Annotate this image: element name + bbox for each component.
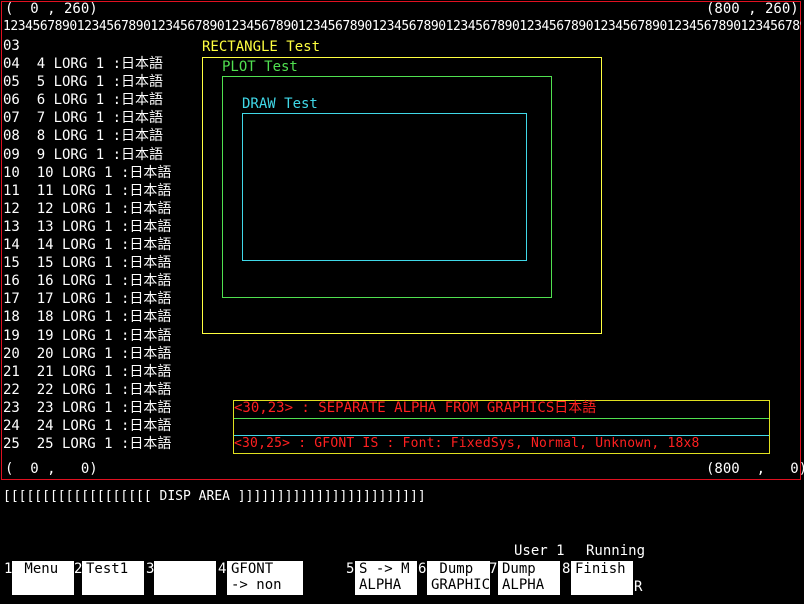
softkey-4-button[interactable]: GFONT -> non (227, 561, 303, 595)
column-ruler: 1234567890123456789012345678901234567890… (3, 19, 801, 34)
softkey-label-line1: GFONT (231, 561, 274, 577)
softkey-number: 6 (418, 561, 427, 577)
lorg-row: 14 14 LORG 1 :日本語 (3, 237, 172, 253)
softkey-number: 7 (489, 561, 498, 577)
lorg-row: 18 18 LORG 1 :日本語 (3, 309, 172, 326)
softkey-label-line1: Test1 (86, 561, 129, 577)
plot-test-label: PLOT Test (222, 59, 298, 75)
lorg-row: 12 12 LORG 1 :日本語 (3, 200, 172, 217)
softkey-8-button[interactable]: Finish (571, 561, 633, 595)
disp-area: [[[[[[[[[[[[[[[[[[[ DISP AREA ]]]]]]]]]]… (3, 489, 426, 504)
draw-test-box (242, 113, 527, 261)
status-flag: R (634, 579, 643, 595)
softkey-label-line1: Finish (575, 561, 626, 577)
lorg-row: 17 17 LORG 1 :日本語 (3, 291, 172, 308)
user-status: User 1 (514, 543, 565, 559)
alpha-divider-green (234, 418, 769, 419)
coord-bottom-left: ( 0 , 0) (5, 461, 98, 477)
softkey-label-line1: Menu (16, 561, 59, 577)
softkey-label-line1: Dump (502, 561, 536, 577)
lorg-row: 11 11 LORG 1 :日本語 (3, 182, 172, 199)
alpha-line-1: <30,23> : SEPARATE ALPHA FROM GRAPHICS日本… (234, 400, 597, 416)
softkey-number: 4 (218, 561, 227, 577)
lorg-row: 23 23 LORG 1 :日本語 (3, 399, 172, 416)
draw-test-label: DRAW Test (242, 96, 318, 112)
lorg-row: 08 8 LORG 1 :日本語 (3, 128, 164, 145)
rectangle-test-label: RECTANGLE Test (202, 39, 321, 55)
softkey-1-button[interactable]: Menu (12, 561, 74, 595)
lorg-row: 20 20 LORG 1 :日本語 (3, 345, 172, 362)
softkey-label-line1: S -> M (359, 561, 410, 577)
softkey-label-line2: ALPHA (502, 577, 545, 593)
softkey-label-line2: ALPHA (359, 577, 402, 593)
lorg-row: 13 13 LORG 1 :日本語 (3, 218, 172, 235)
softkey-number: 8 (562, 561, 571, 577)
softkey-6-button[interactable]: Dump GRAPHICS (427, 561, 499, 595)
lorg-row: 15 15 LORG 1 :日本語 (3, 255, 172, 272)
lorg-row: 16 16 LORG 1 :日本語 (3, 273, 172, 290)
softkey-7-button[interactable]: Dump ALPHA (498, 561, 560, 595)
lorg-row: 19 19 LORG 1 :日本語 (3, 327, 172, 344)
coord-bottom-right: (800 , 0) (706, 461, 804, 477)
softkey-label-line2: GRAPHICS (431, 577, 499, 593)
lorg-row: 10 10 LORG 1 :日本語 (3, 164, 172, 181)
run-status: Running (586, 543, 646, 559)
lorg-row: 06 6 LORG 1 :日本語 (3, 92, 164, 109)
lorg-row: 04 4 LORG 1 :日本語 (3, 56, 164, 72)
softkey-2-button[interactable]: Test1 (82, 561, 144, 595)
lorg-row: 05 5 LORG 1 :日本語 (3, 74, 164, 91)
softkey-number: 5 (346, 561, 355, 577)
softkey-5-button[interactable]: S -> M ALPHA (355, 561, 417, 595)
lorg-row: 21 21 LORG 1 :日本語 (3, 363, 172, 380)
lorg-row: 25 25 LORG 1 :日本語 (3, 436, 172, 453)
lorg-row: 24 24 LORG 1 :日本語 (3, 418, 172, 434)
softkey-label-line1: Dump (431, 561, 474, 577)
coord-top-left: ( 0 , 260) (5, 1, 98, 17)
lorg-row: 09 9 LORG 1 :日本語 (3, 146, 164, 163)
softkey-3-button[interactable] (154, 561, 216, 595)
row-03: 03 (3, 38, 20, 54)
lorg-row: 22 22 LORG 1 :日本語 (3, 381, 172, 398)
lorg-row: 07 7 LORG 1 :日本語 (3, 110, 164, 127)
alpha-line-2: <30,25> : GFONT IS : Font: FixedSys, Nor… (234, 436, 700, 451)
coord-top-right: (800 , 260) (706, 1, 799, 17)
softkey-label-line2: -> non (231, 577, 282, 593)
